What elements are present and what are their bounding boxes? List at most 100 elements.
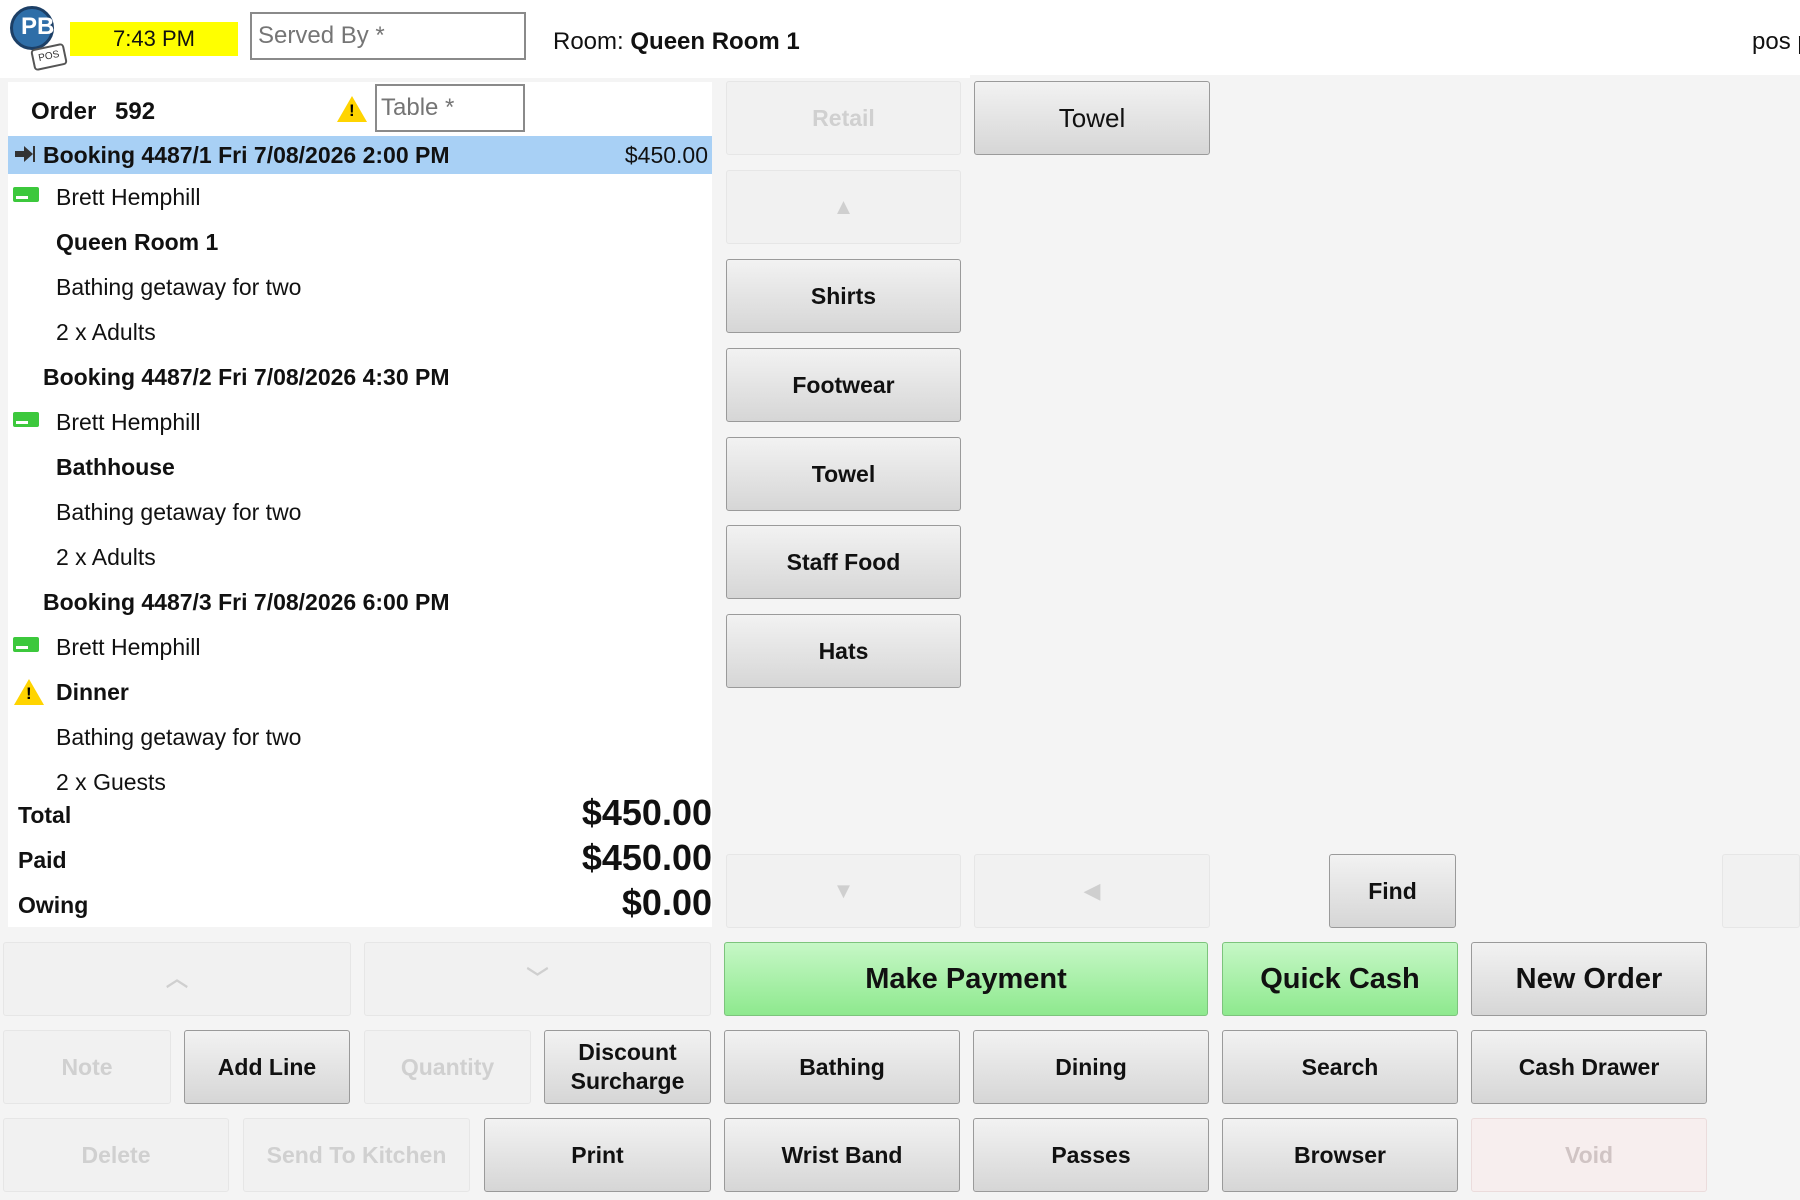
- order-line-resource[interactable]: Bathhouse: [8, 444, 712, 489]
- order-header: Order 592: [8, 82, 712, 136]
- total-value: $450.00: [581, 792, 712, 833]
- app-logo-icon: PB POS: [10, 6, 68, 72]
- user-name: pos p: [1752, 28, 1800, 55]
- order-line-text: Bathing getaway for two: [56, 499, 302, 525]
- order-line-text: Booking 4487/1 Fri 7/08/2026 2:00 PM: [43, 142, 450, 168]
- warning-icon: [14, 679, 44, 705]
- discount-label: Discount: [578, 1039, 677, 1066]
- total-row: Total $450.00: [8, 792, 712, 837]
- enter-arrow-icon: [15, 146, 35, 162]
- category-scroll-up-button[interactable]: ▲: [726, 170, 961, 244]
- order-line-text: Booking 4487/2 Fri 7/08/2026 4:30 PM: [43, 364, 450, 390]
- owing-row: Owing $0.00: [8, 882, 712, 927]
- bathing-button[interactable]: Bathing: [724, 1030, 960, 1104]
- make-payment-button[interactable]: Make Payment: [724, 942, 1208, 1016]
- order-line-text: 2 x Guests: [56, 769, 166, 792]
- line-up-button[interactable]: ︿: [3, 942, 351, 1016]
- dining-button[interactable]: Dining: [973, 1030, 1209, 1104]
- discount-surcharge-button[interactable]: Discount Surcharge: [544, 1030, 711, 1104]
- order-line-text: 2 x Adults: [56, 544, 156, 570]
- paid-label: Paid: [18, 847, 67, 873]
- category-shirts-button[interactable]: Shirts: [726, 259, 961, 333]
- order-line-resource[interactable]: Queen Room 1: [8, 219, 712, 264]
- order-line-text: Bathing getaway for two: [56, 724, 302, 750]
- line-down-button[interactable]: ﹀: [364, 942, 711, 1016]
- cash-drawer-button[interactable]: Cash Drawer: [1471, 1030, 1707, 1104]
- room-value: Queen Room 1: [630, 28, 800, 55]
- quick-cash-button[interactable]: Quick Cash: [1222, 942, 1458, 1016]
- product-towel-button[interactable]: Towel: [974, 81, 1210, 155]
- order-line-qty[interactable]: 2 x Adults: [8, 534, 712, 579]
- category-towel-button[interactable]: Towel: [726, 437, 961, 511]
- note-button[interactable]: Note: [3, 1030, 171, 1104]
- room-indicator: Room: Queen Room 1: [553, 28, 800, 56]
- order-line-text: Dinner: [56, 679, 129, 705]
- served-by-input[interactable]: [250, 12, 526, 60]
- order-line-qty[interactable]: 2 x Adults: [8, 309, 712, 354]
- paid-row: Paid $450.00: [8, 837, 712, 882]
- customer-card-icon: [13, 187, 39, 202]
- booking-line[interactable]: Booking 4487/1 Fri 7/08/2026 2:00 PM $450…: [8, 136, 712, 174]
- arrow-down-icon: ▼: [832, 878, 855, 904]
- order-line-customer[interactable]: Brett Hemphill: [8, 399, 712, 444]
- order-line-text: Brett Hemphill: [56, 409, 201, 435]
- order-totals: Total $450.00 Paid $450.00 Owing $0.00: [8, 792, 712, 927]
- room-label: Room:: [553, 28, 624, 55]
- arrow-up-icon: ▲: [832, 194, 855, 220]
- print-button[interactable]: Print: [484, 1118, 711, 1192]
- order-line-package[interactable]: Bathing getaway for two: [8, 714, 712, 759]
- browser-button[interactable]: Browser: [1222, 1118, 1458, 1192]
- category-footwear-button[interactable]: Footwear: [726, 348, 961, 422]
- category-hats-button[interactable]: Hats: [726, 614, 961, 688]
- total-label: Total: [18, 802, 72, 828]
- product-area: [970, 75, 1800, 925]
- booking-line[interactable]: Booking 4487/2 Fri 7/08/2026 4:30 PM: [8, 354, 712, 399]
- order-line-resource-warn[interactable]: Dinner: [8, 669, 712, 714]
- arrow-left-icon: ◀: [1083, 878, 1101, 904]
- category-retail-button[interactable]: Retail: [726, 81, 961, 155]
- chevron-up-icon: ︿: [165, 966, 188, 992]
- order-line-text: Bathhouse: [56, 454, 175, 480]
- warning-icon: [337, 96, 367, 122]
- order-line-text: Brett Hemphill: [56, 634, 201, 660]
- product-page-forward-button[interactable]: [1722, 854, 1800, 928]
- order-line-text: Queen Room 1: [56, 229, 219, 255]
- order-lines-list[interactable]: Booking 4487/1 Fri 7/08/2026 2:00 PM $450…: [8, 136, 712, 792]
- find-button[interactable]: Find: [1329, 854, 1456, 928]
- order-line-package[interactable]: Bathing getaway for two: [8, 264, 712, 309]
- order-line-text: Brett Hemphill: [56, 184, 201, 210]
- category-staff-food-button[interactable]: Staff Food: [726, 525, 961, 599]
- new-order-button[interactable]: New Order: [1471, 942, 1707, 1016]
- search-button[interactable]: Search: [1222, 1030, 1458, 1104]
- owing-value: $0.00: [621, 882, 712, 923]
- add-line-button[interactable]: Add Line: [184, 1030, 350, 1104]
- table-input[interactable]: [375, 84, 525, 132]
- category-scroll-down-button[interactable]: ▼: [726, 854, 961, 928]
- passes-button[interactable]: Passes: [973, 1118, 1209, 1192]
- chevron-down-icon: ﹀: [526, 966, 549, 992]
- order-line-qty[interactable]: 2 x Guests: [8, 759, 712, 792]
- order-line-customer[interactable]: Brett Hemphill: [8, 624, 712, 669]
- order-line-customer[interactable]: Brett Hemphill: [8, 174, 712, 219]
- paid-value: $450.00: [581, 837, 712, 878]
- delete-button[interactable]: Delete: [3, 1118, 229, 1192]
- top-bar: PB POS 7:43 PM Room: Queen Room 1 pos p: [0, 0, 1800, 78]
- quantity-button[interactable]: Quantity: [364, 1030, 531, 1104]
- order-label: Order: [31, 98, 97, 125]
- customer-card-icon: [13, 412, 39, 427]
- order-panel: Order 592 Booking 4487/1 Fri 7/08/2026 2…: [8, 82, 712, 927]
- order-number: 592: [115, 98, 156, 125]
- order-line-text: Bathing getaway for two: [56, 274, 302, 300]
- product-page-back-button[interactable]: ◀: [974, 854, 1210, 928]
- void-button[interactable]: Void: [1471, 1118, 1707, 1192]
- wrist-band-button[interactable]: Wrist Band: [724, 1118, 960, 1192]
- order-line-package[interactable]: Bathing getaway for two: [8, 489, 712, 534]
- order-line-text: Booking 4487/3 Fri 7/08/2026 6:00 PM: [43, 589, 450, 615]
- booking-line[interactable]: Booking 4487/3 Fri 7/08/2026 6:00 PM: [8, 579, 712, 624]
- surcharge-label: Surcharge: [570, 1068, 685, 1094]
- send-to-kitchen-button[interactable]: Send To Kitchen: [243, 1118, 470, 1192]
- clock: 7:43 PM: [70, 22, 238, 56]
- order-line-text: 2 x Adults: [56, 319, 156, 345]
- customer-card-icon: [13, 637, 39, 652]
- owing-label: Owing: [18, 892, 89, 918]
